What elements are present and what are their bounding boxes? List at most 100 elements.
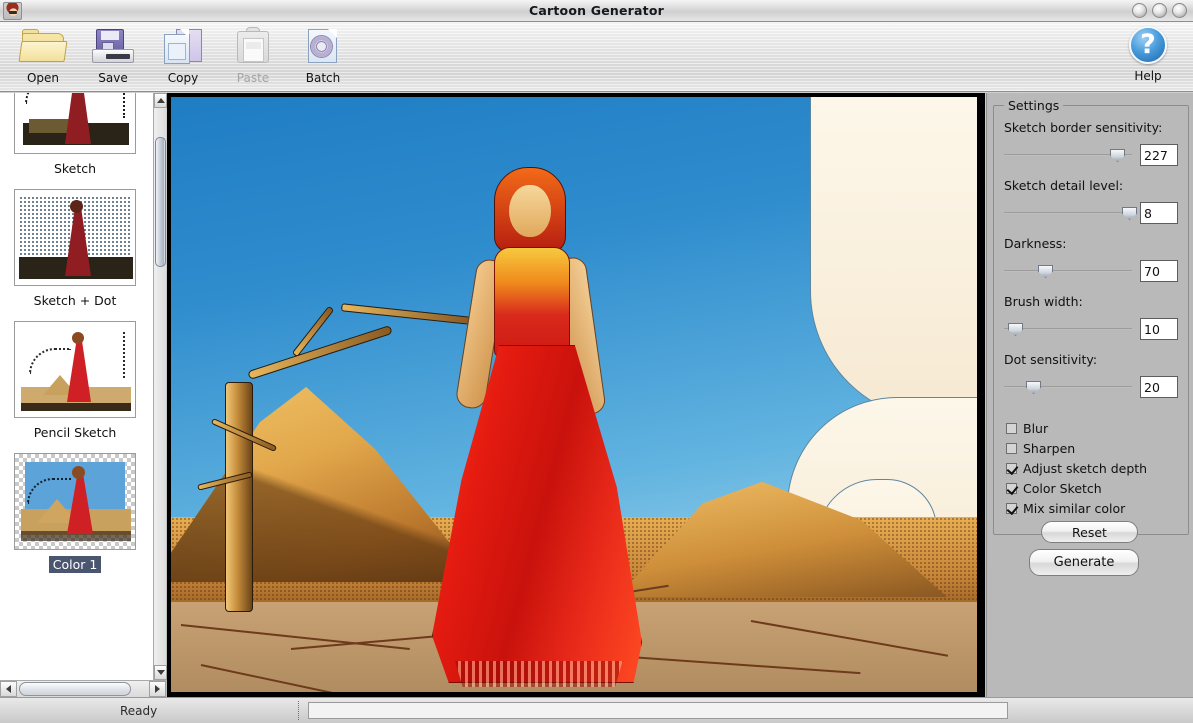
checkbox-mix-similar-color[interactable]: Mix similar color xyxy=(1006,498,1186,518)
darkness-slider[interactable] xyxy=(1004,264,1132,278)
thumbnail-label: Pencil Sketch xyxy=(33,425,117,440)
checkbox-box[interactable] xyxy=(1006,502,1017,514)
list-item[interactable]: Sketch + Dot xyxy=(0,181,150,313)
vertical-scrollbar-thumb[interactable] xyxy=(155,137,166,267)
brush-width-slider[interactable] xyxy=(1004,322,1132,336)
checkbox-label: Sharpen xyxy=(1023,440,1076,456)
sidebar-vertical-scrollbar[interactable] xyxy=(153,93,167,680)
status-divider xyxy=(298,701,299,720)
checkbox-label: Blur xyxy=(1023,420,1049,436)
darkness-value[interactable]: 70 xyxy=(1140,260,1178,282)
thumbnail-pencil-sketch[interactable] xyxy=(14,321,136,418)
batch-button[interactable]: Batch xyxy=(288,25,358,85)
slider-row-detail-level: Sketch detail level: 8 xyxy=(1004,178,1182,224)
dot-sensitivity-slider[interactable] xyxy=(1004,380,1132,394)
checkbox-label: Mix similar color xyxy=(1023,500,1126,516)
style-thumbnail-list[interactable]: Sketch Sketch + Dot Pencil Sketch Color … xyxy=(0,93,166,680)
image-canvas[interactable] xyxy=(167,93,985,697)
dress-hem xyxy=(455,661,623,687)
floppy-disk-icon xyxy=(90,25,136,69)
scroll-down-arrow[interactable] xyxy=(154,665,167,680)
help-button-label: Help xyxy=(1134,69,1162,83)
status-bar: Ready xyxy=(0,697,1193,723)
reset-button[interactable]: Reset xyxy=(1041,521,1138,543)
sketch-border-sensitivity-slider[interactable] xyxy=(1004,148,1132,162)
maximize-button[interactable] xyxy=(1152,3,1167,18)
slider-label: Sketch detail level: xyxy=(1004,178,1124,193)
scroll-left-arrow[interactable] xyxy=(0,681,17,697)
clipboard-icon xyxy=(230,25,276,69)
toolbar-items: Open Save Copy Paste Batch xyxy=(0,22,1193,85)
help-question-icon: ? xyxy=(1125,25,1171,69)
thumbnail-sketch-dot[interactable] xyxy=(14,189,136,286)
checkbox-box[interactable] xyxy=(1006,422,1017,434)
batch-button-label: Batch xyxy=(305,71,341,85)
list-item[interactable]: Color 1 xyxy=(0,445,150,577)
open-button-label: Open xyxy=(26,71,60,85)
sketch-border-sensitivity-value[interactable]: 227 xyxy=(1140,144,1178,166)
checkbox-adjust-sketch-depth[interactable]: Adjust sketch depth xyxy=(1006,458,1186,478)
thumbnail-container: Sketch Sketch + Dot Pencil Sketch Color … xyxy=(0,93,150,577)
preview-image[interactable] xyxy=(171,97,977,692)
settings-group: Settings Sketch border sensitivity: 227 … xyxy=(993,98,1189,543)
dot-sensitivity-value[interactable]: 20 xyxy=(1140,376,1178,398)
slider-knob[interactable] xyxy=(1008,323,1023,336)
checkbox-box[interactable] xyxy=(1006,442,1017,454)
progress-bar xyxy=(308,702,1008,719)
slider-knob[interactable] xyxy=(1026,381,1041,394)
save-button[interactable]: Save xyxy=(78,25,148,85)
settings-panel: Settings Sketch border sensitivity: 227 … xyxy=(986,93,1193,697)
window-title: Cartoon Generator xyxy=(528,3,665,18)
list-item[interactable]: Sketch xyxy=(0,93,150,181)
toolbar: Open Save Copy Paste Batch ? Help xyxy=(0,22,1193,92)
woman-figure xyxy=(416,167,666,687)
list-item[interactable]: Pencil Sketch xyxy=(0,313,150,445)
slider-label: Dot sensitivity: xyxy=(1004,352,1098,367)
checkbox-label: Adjust sketch depth xyxy=(1023,460,1148,476)
thumbnail-color-1[interactable] xyxy=(14,453,136,550)
sketch-detail-level-value[interactable]: 8 xyxy=(1140,202,1178,224)
sidebar-horizontal-scrollbar[interactable] xyxy=(0,680,166,697)
slider-knob[interactable] xyxy=(1038,265,1053,278)
slider-row-border-sensitivity: Sketch border sensitivity: 227 xyxy=(1004,120,1182,166)
checkbox-label: Color Sketch xyxy=(1023,480,1102,496)
minimize-button[interactable] xyxy=(1132,3,1147,18)
slider-row-brush-width: Brush width: 10 xyxy=(1004,294,1182,340)
paste-button-label: Paste xyxy=(236,71,270,85)
sketch-detail-level-slider[interactable] xyxy=(1004,206,1137,220)
copy-pages-icon xyxy=(160,25,206,69)
slider-knob[interactable] xyxy=(1110,149,1125,162)
copy-button-label: Copy xyxy=(167,71,199,85)
gear-page-icon xyxy=(300,25,346,69)
horizontal-scrollbar-thumb[interactable] xyxy=(19,682,131,696)
checkbox-color-sketch[interactable]: Color Sketch xyxy=(1006,478,1186,498)
checkbox-box[interactable] xyxy=(1006,462,1017,474)
open-folder-icon xyxy=(18,25,68,69)
settings-group-title: Settings xyxy=(1004,98,1064,113)
open-button[interactable]: Open xyxy=(8,25,78,85)
help-button[interactable]: ? Help xyxy=(1113,25,1183,83)
scroll-right-arrow[interactable] xyxy=(149,681,166,697)
checkbox-box[interactable] xyxy=(1006,482,1017,494)
title-bar: Cartoon Generator xyxy=(0,0,1193,22)
thumbnail-label: Sketch xyxy=(53,161,97,176)
status-message: Ready xyxy=(120,703,158,718)
thumbnail-sketch[interactable] xyxy=(14,93,136,154)
slider-label: Brush width: xyxy=(1004,294,1083,309)
checkbox-group: Blur Sharpen Adjust sketch depth Color S… xyxy=(1006,418,1186,518)
thumbnail-label: Color 1 xyxy=(48,556,102,573)
brush-width-value[interactable]: 10 xyxy=(1140,318,1178,340)
copy-button[interactable]: Copy xyxy=(148,25,218,85)
close-button[interactable] xyxy=(1172,3,1187,18)
generate-button[interactable]: Generate xyxy=(1029,549,1139,576)
slider-row-dot-sensitivity: Dot sensitivity: 20 xyxy=(1004,352,1182,398)
paste-button: Paste xyxy=(218,25,288,85)
checkbox-sharpen[interactable]: Sharpen xyxy=(1006,438,1186,458)
slider-knob[interactable] xyxy=(1122,207,1137,220)
checkbox-blur[interactable]: Blur xyxy=(1006,418,1186,438)
window-controls xyxy=(1132,3,1187,18)
scroll-up-arrow[interactable] xyxy=(154,93,167,108)
face xyxy=(509,185,551,237)
dead-tree xyxy=(191,282,472,612)
save-button-label: Save xyxy=(98,71,128,85)
